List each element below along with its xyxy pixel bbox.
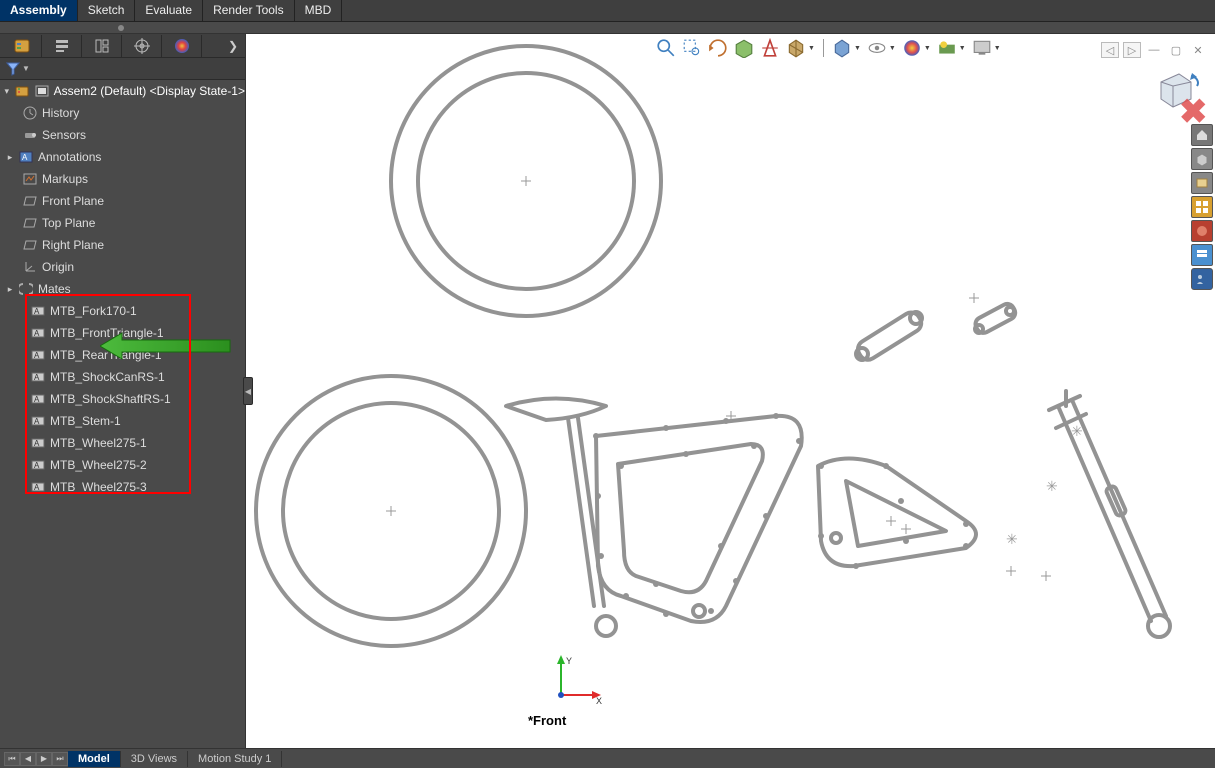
display-manager-tab-icon[interactable]: [162, 35, 202, 57]
tree-block-item[interactable]: AMTB_ShockCanRS-1: [0, 366, 245, 388]
svg-text:✳: ✳: [1046, 478, 1058, 494]
tree-node-history[interactable]: History: [0, 102, 245, 124]
bottom-tab-motion-study[interactable]: Motion Study 1: [188, 751, 282, 767]
plane-icon: [22, 193, 38, 209]
tree-block-item[interactable]: AMTB_Fork170-1: [0, 300, 245, 322]
block-icon: A: [30, 479, 46, 495]
svg-text:A: A: [34, 307, 40, 316]
svg-text:A: A: [34, 417, 40, 426]
feature-manager-panel: ❯ ▼ ▾ Assem2 (Default) <Display State-1>…: [0, 34, 246, 748]
chevron-right-icon[interactable]: ▸: [6, 284, 14, 295]
svg-text:A: A: [22, 153, 28, 162]
nav-last-icon[interactable]: ⏭: [52, 752, 68, 766]
svg-text:Y: Y: [566, 656, 572, 666]
plane-icon: [22, 237, 38, 253]
bottom-nav-controls: ⏮ ◀ ▶ ⏭: [0, 752, 68, 766]
plane-icon: [22, 215, 38, 231]
chevron-right-icon[interactable]: ▸: [6, 152, 14, 163]
tree-node-mates[interactable]: ▸ Mates: [0, 278, 245, 300]
block-icon: A: [30, 369, 46, 385]
tree-block-item[interactable]: AMTB_Stem-1: [0, 410, 245, 432]
tree-node-front-plane[interactable]: Front Plane: [0, 190, 245, 212]
annotations-icon: A: [18, 149, 34, 165]
markup-icon: [22, 171, 38, 187]
panel-overflow-icon[interactable]: ❯: [223, 39, 243, 53]
command-manager-tabs: Assembly Sketch Evaluate Render Tools MB…: [0, 0, 1215, 22]
graphics-viewport[interactable]: ▼ ▼ ▼ ▼ ▼ ▼ ◁ ▷ — ▢ ✕: [246, 34, 1215, 748]
svg-text:A: A: [34, 483, 40, 492]
tree-block-item[interactable]: AMTB_ShockShaftRS-1: [0, 388, 245, 410]
nav-next-icon[interactable]: ▶: [36, 752, 52, 766]
tree-node-right-plane[interactable]: Right Plane: [0, 234, 245, 256]
configuration-manager-tab-icon[interactable]: [82, 35, 122, 57]
tree-filter[interactable]: ▼: [0, 58, 245, 80]
view-label: *Front: [528, 713, 566, 728]
tree-node-sensors[interactable]: Sensors: [0, 124, 245, 146]
block-icon: A: [30, 391, 46, 407]
tab-evaluate[interactable]: Evaluate: [135, 0, 203, 21]
svg-text:A: A: [34, 329, 40, 338]
dimxpert-manager-tab-icon[interactable]: [122, 35, 162, 57]
origin-icon: [22, 259, 38, 275]
bottom-tab-model[interactable]: Model: [68, 751, 121, 767]
sensor-icon: [22, 127, 38, 143]
tab-sketch[interactable]: Sketch: [78, 0, 136, 21]
svg-text:A: A: [34, 395, 40, 404]
svg-text:A: A: [34, 373, 40, 382]
svg-text:X: X: [596, 696, 602, 706]
nav-first-icon[interactable]: ⏮: [4, 752, 20, 766]
property-manager-tab-icon[interactable]: [42, 35, 82, 57]
scene-drawing: ✳ ✳ ✳: [246, 34, 1215, 748]
tree-root[interactable]: ▾ Assem2 (Default) <Display State-1>: [0, 80, 245, 102]
chevron-down-icon[interactable]: ▾: [4, 86, 10, 97]
tree-node-origin[interactable]: Origin: [0, 256, 245, 278]
svg-text:A: A: [34, 461, 40, 470]
svg-text:✳: ✳: [1006, 531, 1018, 547]
feature-manager-tab-icon[interactable]: [2, 35, 42, 57]
block-icon: A: [30, 457, 46, 473]
clock-icon: [22, 105, 38, 121]
tab-render-tools[interactable]: Render Tools: [203, 0, 295, 21]
tree-node-markups[interactable]: Markups: [0, 168, 245, 190]
display-state-icon: [34, 83, 50, 99]
tree-block-item[interactable]: AMTB_Wheel275-1: [0, 432, 245, 454]
svg-text:✳: ✳: [1071, 423, 1083, 439]
block-icon: A: [30, 303, 46, 319]
tree-node-top-plane[interactable]: Top Plane: [0, 212, 245, 234]
triad: Y X: [546, 650, 606, 710]
panel-toolbar: ❯: [0, 34, 245, 58]
nav-prev-icon[interactable]: ◀: [20, 752, 36, 766]
assembly-icon: [14, 83, 30, 99]
block-icon: A: [30, 325, 46, 341]
mates-icon: [18, 281, 34, 297]
tree-block-item[interactable]: AMTB_Wheel275-3: [0, 476, 245, 498]
block-icon: A: [30, 413, 46, 429]
block-icon: A: [30, 435, 46, 451]
tree-block-item[interactable]: AMTB_FrontTriangle-1: [0, 322, 245, 344]
tab-assembly[interactable]: Assembly: [0, 0, 78, 21]
tree-block-item[interactable]: AMTB_RearTriangle-1: [0, 344, 245, 366]
tree-root-label: Assem2 (Default) <Display State-1>: [54, 84, 245, 98]
tree-block-item[interactable]: AMTB_Wheel275-2: [0, 454, 245, 476]
bottom-tab-bar: ⏮ ◀ ▶ ⏭ Model 3D Views Motion Study 1: [0, 748, 1215, 768]
block-icon: A: [30, 347, 46, 363]
tree-node-annotations[interactable]: ▸ A Annotations: [0, 146, 245, 168]
svg-text:A: A: [34, 439, 40, 448]
feature-tree: ▾ Assem2 (Default) <Display State-1> His…: [0, 80, 245, 748]
command-manager-pulldown[interactable]: [0, 22, 1215, 34]
tab-mbd[interactable]: MBD: [295, 0, 343, 21]
splitter-handle[interactable]: [243, 377, 253, 405]
bottom-tab-3d-views[interactable]: 3D Views: [121, 751, 188, 767]
svg-text:A: A: [34, 351, 40, 360]
